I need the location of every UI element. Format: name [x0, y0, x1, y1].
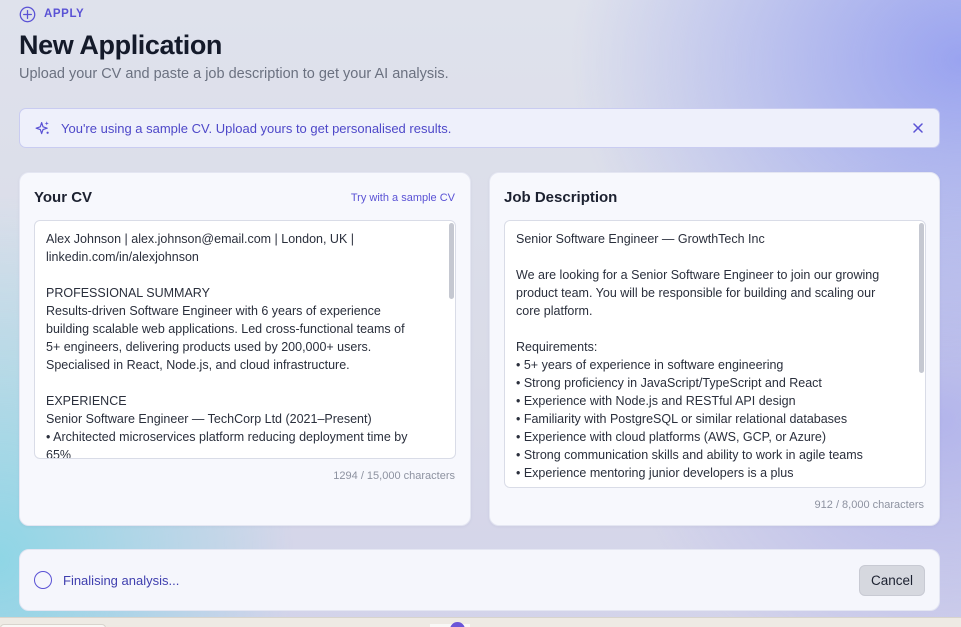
- jd-scrollbar-thumb[interactable]: [919, 223, 924, 373]
- cv-line: PROFESSIONAL SUMMARY: [46, 286, 210, 300]
- sample-cv-banner: You're using a sample CV. Upload yours t…: [19, 108, 940, 148]
- close-icon[interactable]: [911, 121, 925, 135]
- cv-line: 65%: [46, 448, 72, 459]
- app-dot-icon[interactable]: [450, 622, 465, 627]
- cv-line: [46, 374, 441, 392]
- jd-line: core platform.: [516, 304, 593, 318]
- cv-line: Alex Johnson | alex.johnson@email.com | …: [46, 232, 355, 246]
- jd-line: • Strong proficiency in JavaScript/TypeS…: [516, 376, 822, 390]
- jd-line: • Experience with Node.js and RESTful AP…: [516, 394, 796, 408]
- jd-char-count: 912 / 8,000 characters: [814, 499, 924, 511]
- sparkle-icon: [35, 120, 49, 134]
- jd-line: [516, 248, 911, 266]
- cancel-button[interactable]: Cancel: [859, 564, 925, 596]
- banner-text: You're using a sample CV. Upload yours t…: [61, 120, 452, 136]
- job-description-card: Job Description Senior Software Engineer…: [489, 172, 940, 526]
- bottom-taskbar-strip: [0, 617, 961, 627]
- cv-scrollbar[interactable]: [449, 222, 454, 457]
- cv-line: Senior Software Engineer — TechCorp Ltd …: [46, 412, 372, 426]
- cv-card-title: Your CV: [34, 189, 93, 206]
- jd-line: Senior Software Engineer — GrowthTech In…: [516, 232, 765, 246]
- eyebrow-label: APPLY: [44, 8, 85, 20]
- jd-line: We are looking for a Senior Software Eng…: [516, 268, 880, 282]
- cv-line: Results-driven Software Engineer with 6 …: [46, 304, 381, 318]
- cv-line: Specialised in React, Node.js, and cloud…: [46, 358, 350, 372]
- status-text: Finalising analysis...: [63, 572, 180, 588]
- cv-line: EXPERIENCE: [46, 394, 127, 408]
- cv-line: • Architected microservices platform red…: [46, 430, 408, 444]
- page-title: New Application: [19, 30, 223, 60]
- jd-line: • Familiarity with PostgreSQL or similar…: [516, 412, 848, 426]
- analysis-status-bar: Finalising analysis... Cancel: [19, 549, 940, 611]
- jd-scrollbar[interactable]: [919, 222, 924, 486]
- jd-line: • Experience with cloud platforms (AWS, …: [516, 430, 827, 444]
- jd-line: Requirements:: [516, 340, 598, 354]
- eyebrow: APPLY: [19, 5, 84, 23]
- plus-circle-icon: [19, 6, 36, 22]
- page-subtitle: Upload your CV and paste a job descripti…: [19, 66, 449, 82]
- cv-card: Your CV Try with a sample CV Alex Johnso…: [19, 172, 471, 526]
- cv-line: building scalable web applications. Led …: [46, 322, 405, 336]
- jd-textarea[interactable]: Senior Software Engineer — GrowthTech In…: [504, 220, 926, 488]
- cv-scrollbar-thumb[interactable]: [449, 223, 454, 299]
- cv-line: 5+ engineers, delivering products used b…: [46, 340, 372, 354]
- try-sample-cv-link[interactable]: Try with a sample CV: [351, 192, 455, 204]
- jd-line: • Experience mentoring junior developers…: [516, 466, 794, 480]
- jd-line: [516, 320, 911, 338]
- cv-textarea[interactable]: Alex Johnson | alex.johnson@email.com | …: [34, 220, 456, 459]
- cv-line: [46, 266, 441, 284]
- jd-line: • 5+ years of experience in software eng…: [516, 358, 784, 372]
- jd-line: • Strong communication skills and abilit…: [516, 448, 863, 462]
- jd-card-title: Job Description: [504, 189, 618, 206]
- cv-line: linkedin.com/in/alexjohnson: [46, 250, 199, 264]
- page: APPLY New Application Upload your CV and…: [0, 0, 961, 627]
- cv-char-count: 1294 / 15,000 characters: [333, 470, 455, 482]
- spinner-icon: [34, 571, 52, 589]
- jd-line: product team. You will be responsible fo…: [516, 286, 876, 300]
